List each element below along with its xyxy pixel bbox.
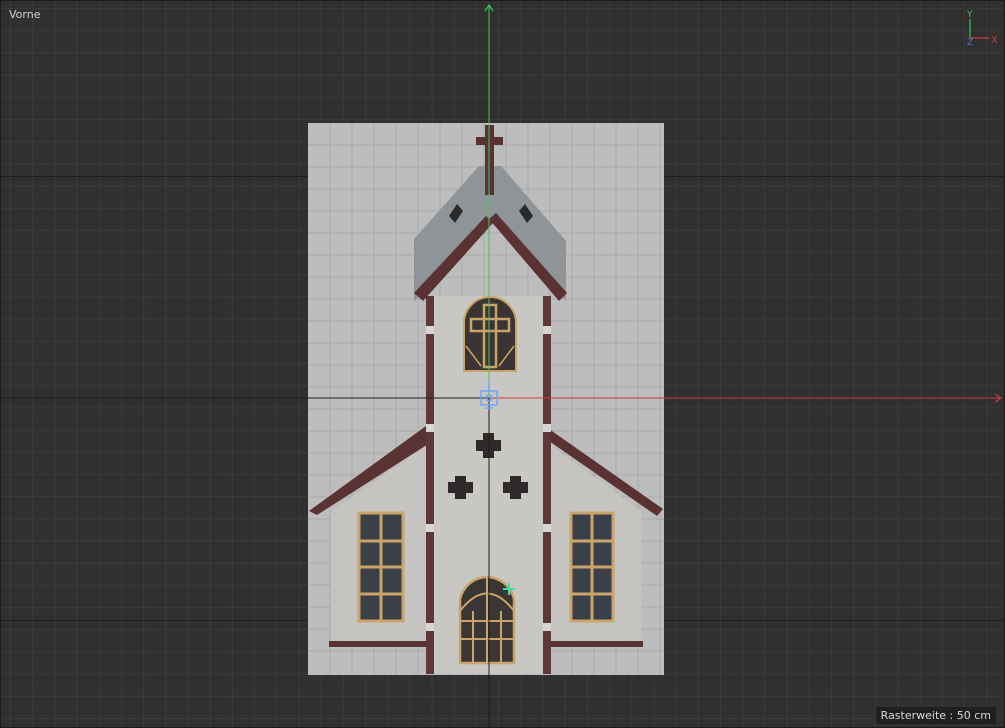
right-window	[569, 511, 615, 623]
gizmo-x-label: X	[991, 35, 998, 46]
view-name-label[interactable]: Vorne	[9, 8, 40, 21]
viewport-front[interactable]: X Y Z Vorne Rasterweite : 50 cm	[0, 0, 1005, 728]
axis-gizmo: X Y Z	[966, 10, 998, 48]
left-window	[357, 511, 405, 623]
gizmo-z-label: Z	[967, 38, 973, 48]
gizmo-y-label: Y	[966, 10, 973, 20]
tower-arched-window	[463, 296, 517, 372]
scene-canvas[interactable]: X Y Z	[1, 1, 1005, 728]
grid-size-info: Rasterweite : 50 cm	[875, 707, 996, 724]
